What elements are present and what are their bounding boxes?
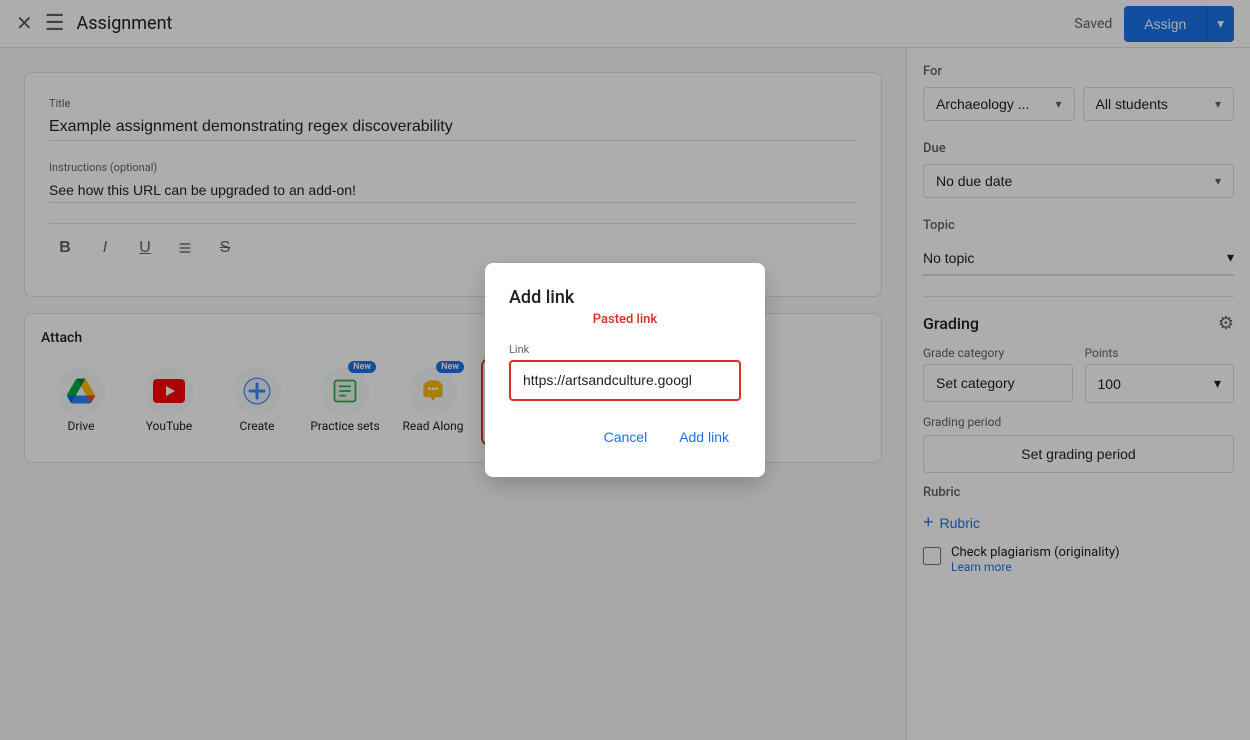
modal-cancel-button[interactable]: Cancel — [592, 421, 660, 453]
modal-overlay: Add link Pasted link Link Cancel Add lin… — [0, 0, 1250, 740]
modal-add-link-button[interactable]: Add link — [667, 421, 741, 453]
modal-title: Add link — [509, 287, 741, 308]
modal-link-label: Link — [509, 343, 741, 356]
modal-actions: Cancel Add link — [509, 421, 741, 453]
add-link-modal: Add link Pasted link Link Cancel Add lin… — [485, 263, 765, 477]
modal-link-input[interactable] — [523, 372, 727, 388]
modal-subtitle: Pasted link — [509, 312, 741, 327]
modal-input-wrapper — [509, 360, 741, 401]
